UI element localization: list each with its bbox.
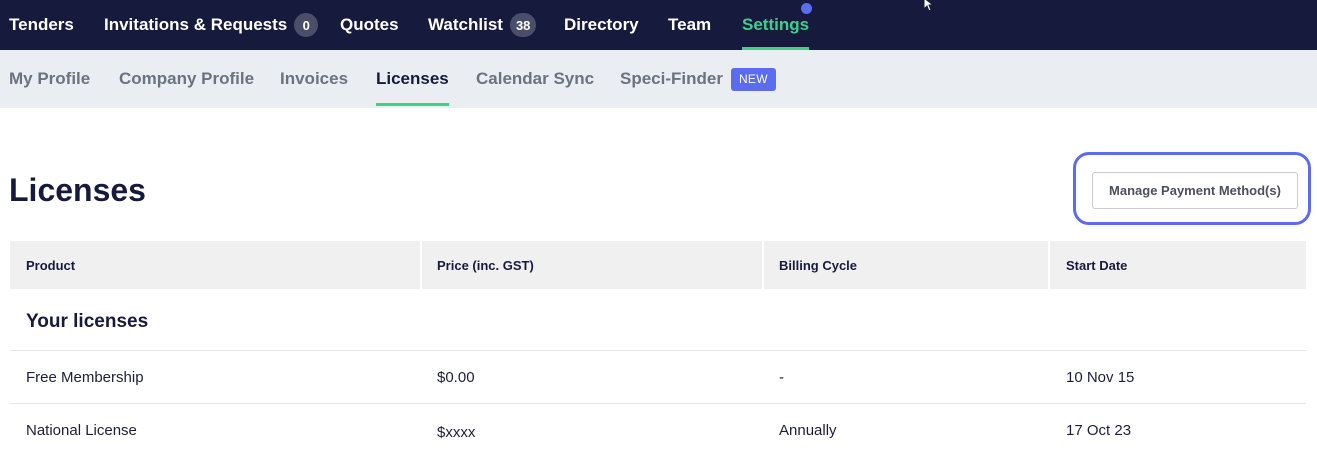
tab-invoices[interactable]: Invoices (280, 50, 348, 108)
cell-start-date: 17 Oct 23 (1066, 422, 1132, 439)
table-row: Free Membership $0.00 - 10 Nov 15 (10, 351, 1306, 404)
column-divider (420, 241, 422, 289)
cell-product: National License (26, 422, 137, 439)
tab-licenses[interactable]: Licenses (376, 50, 449, 108)
cell-billing-cycle: - (779, 369, 784, 386)
cell-billing-cycle: Annually (779, 422, 837, 439)
licenses-table: Product Price (inc. GST) Billing Cycle S… (10, 241, 1306, 454)
column-header-billing-cycle: Billing Cycle (779, 257, 858, 273)
column-divider (762, 241, 764, 289)
tab-licenses-label: Licenses (376, 69, 449, 88)
mouse-cursor-icon (923, 0, 935, 12)
cell-start-date: 10 Nov 15 (1066, 369, 1135, 386)
nav-team-label: Team (668, 15, 712, 34)
section-title: Your licenses (26, 311, 149, 332)
nav-directory[interactable]: Directory (564, 0, 639, 50)
nav-settings-label: Settings (742, 15, 810, 34)
nav-quotes[interactable]: Quotes (340, 0, 399, 50)
column-header-price: Price (inc. GST) (437, 257, 534, 273)
nav-tenders[interactable]: Tenders (9, 0, 74, 50)
top-nav: Tenders Invitations & Requests 0 Quotes … (0, 0, 1317, 50)
tab-company-profile[interactable]: Company Profile (119, 50, 254, 108)
column-header-product: Product (26, 257, 76, 273)
nav-invitations-requests[interactable]: Invitations & Requests 0 (104, 0, 319, 50)
nav-settings[interactable]: Settings (742, 0, 810, 50)
tab-company-profile-label: Company Profile (119, 69, 255, 88)
column-divider (1048, 241, 1050, 289)
nav-watchlist[interactable]: Watchlist 38 (428, 0, 537, 50)
tab-calendar-sync-label: Calendar Sync (476, 69, 595, 88)
invitations-count-badge: 0 (294, 13, 319, 37)
column-header-start-date: Start Date (1066, 257, 1128, 273)
settings-sub-nav: My Profile Company Profile Invoices Lice… (0, 50, 1317, 108)
cell-price: $0.00 (437, 369, 475, 386)
nav-invitations-label: Invitations & Requests (104, 15, 288, 34)
cell-product: Free Membership (26, 369, 144, 386)
tab-calendar-sync[interactable]: Calendar Sync (476, 50, 594, 108)
new-badge: NEW (730, 67, 776, 91)
manage-payment-methods-button[interactable]: Manage Payment Method(s) (1092, 172, 1298, 209)
page-title: Licenses (9, 172, 146, 208)
nav-quotes-label: Quotes (340, 15, 399, 34)
tab-invoices-label: Invoices (280, 69, 349, 88)
nav-tenders-label: Tenders (9, 15, 74, 34)
nav-team[interactable]: Team (668, 0, 711, 50)
section-heading-row: Your licenses (10, 289, 1306, 351)
watchlist-count-badge: 38 (509, 13, 537, 37)
tab-my-profile-label: My Profile (9, 69, 91, 88)
cell-price: $xxxx (437, 424, 476, 441)
table-row: National License $xxxx Annually 17 Oct 2… (10, 404, 1306, 454)
tab-my-profile[interactable]: My Profile (9, 50, 90, 108)
nav-watchlist-label: Watchlist (428, 15, 503, 34)
table-header: Product Price (inc. GST) Billing Cycle S… (10, 241, 1306, 289)
tab-speci-finder[interactable]: Speci-Finder NEW (620, 50, 776, 108)
tab-speci-finder-label: Speci-Finder (620, 69, 723, 88)
notification-dot (801, 3, 812, 14)
nav-directory-label: Directory (564, 15, 639, 34)
